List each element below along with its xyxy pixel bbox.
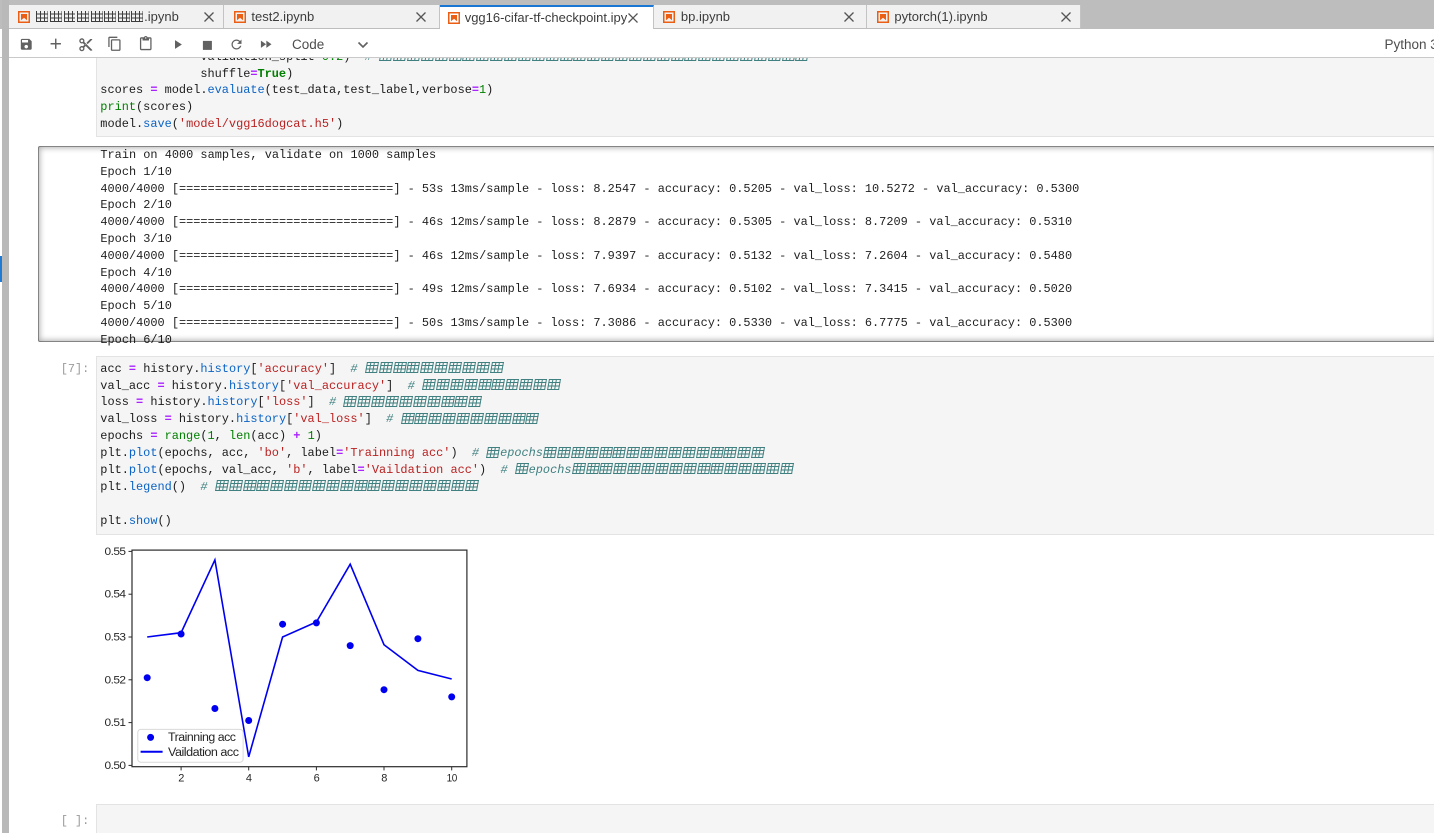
svg-text:0.50: 0.50	[105, 760, 126, 772]
svg-text:2: 2	[178, 773, 184, 785]
svg-text:0.53: 0.53	[105, 632, 126, 644]
svg-text:8: 8	[381, 773, 387, 785]
svg-text:10: 10	[447, 773, 458, 785]
svg-text:Trainning acc: Trainning acc	[168, 732, 236, 744]
svg-text:0.52: 0.52	[105, 674, 126, 686]
svg-text:4: 4	[246, 773, 252, 785]
svg-text:6: 6	[314, 773, 320, 785]
svg-text:0.51: 0.51	[105, 717, 126, 729]
svg-text:Vaildation acc: Vaildation acc	[168, 747, 239, 759]
svg-text:0.55: 0.55	[105, 546, 126, 558]
svg-text:0.54: 0.54	[105, 589, 126, 601]
